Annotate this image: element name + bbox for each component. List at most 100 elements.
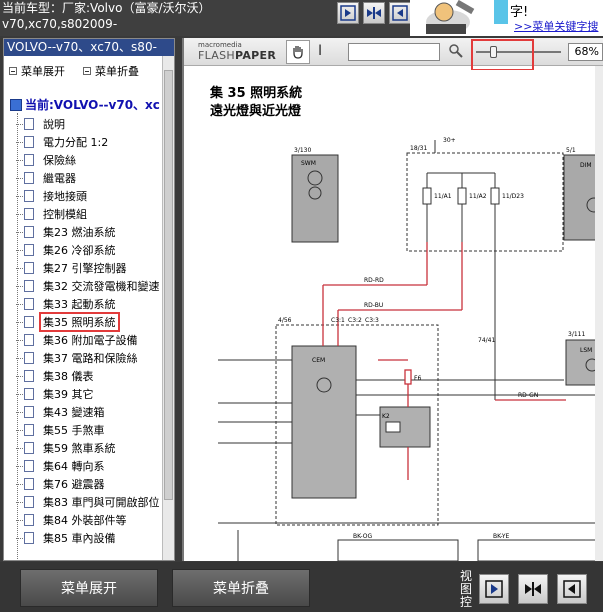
diagram-label-dim-ref: 5/1 [566, 147, 576, 154]
text-select-tool[interactable]: I [318, 43, 322, 59]
arrow-right-icon [485, 580, 503, 598]
tree-item[interactable]: 集36 附加電子設備 [16, 331, 138, 349]
diagram-label-fuse1: 11/A1 [434, 193, 452, 200]
ad-banner[interactable]: 字! >>菜单关键字搜 [410, 0, 603, 36]
split-arrows-icon [367, 7, 381, 19]
tree-item[interactable]: 集55 手煞車 [16, 421, 105, 439]
next-panel-button[interactable] [337, 2, 359, 24]
document-viewer: macromedia FLASHPAPER I 68% 30+ 3/130 SW… [182, 38, 603, 561]
diagram-label-fuse-f: F6 [414, 375, 421, 382]
mascot-icon [418, 0, 488, 36]
tree-root[interactable]: 当前:VOLVO--v70、xc [10, 96, 160, 113]
bottom-next-button[interactable] [479, 574, 509, 604]
tree-item[interactable]: 接地接頭 [16, 187, 87, 205]
search-input[interactable] [348, 43, 440, 61]
page-icon [16, 190, 34, 202]
split-panel-button[interactable] [363, 2, 385, 24]
page-icon [16, 118, 34, 130]
tree-item[interactable]: 集64 轉向系 [16, 457, 105, 475]
diagram-label-sw-name: SWM [301, 160, 316, 167]
tree-item[interactable]: 集43 變速箱 [16, 403, 105, 421]
keyword-search-link[interactable]: >>菜单关键字搜 [514, 18, 598, 34]
expand-menu-button[interactable]: 菜单展开 [20, 569, 158, 607]
page-icon [16, 388, 34, 400]
tree-item[interactable]: 說明 [16, 115, 65, 133]
tree-item[interactable]: 集59 煞車系統 [16, 439, 116, 457]
bottom-prev-button[interactable] [557, 574, 587, 604]
tree-item-label: 說明 [43, 118, 65, 131]
diagram-label-fuse3: 11/D23 [502, 193, 524, 200]
tree-item[interactable]: 電力分配 1:2 [16, 133, 109, 151]
expand-menu-button-label: 菜单展开 [61, 581, 117, 597]
flashpaper-logo-a: FLASH [198, 49, 235, 62]
sidebar: VOLVO--v70、xc70、s80- 菜单展开 菜单折叠 当前:VOLVO-… [3, 38, 175, 561]
diagram-label-relay: K2 [382, 413, 390, 420]
tree-item[interactable]: 集84 外裝部件等 [16, 511, 127, 529]
tree-item-label: 控制模組 [43, 208, 87, 221]
tree-item[interactable]: 集38 儀表 [16, 367, 94, 385]
tree-item[interactable]: 集39 其它 [16, 385, 94, 403]
page-icon [16, 532, 34, 544]
diagram-label-cem-name: CEM [312, 357, 325, 364]
tree-item[interactable]: 集85 車內設備 [16, 529, 116, 547]
search-icon[interactable] [448, 43, 464, 59]
tree-item[interactable]: 集26 冷卻系統 [16, 241, 116, 259]
diagram-label-dim-name: DIM [580, 162, 592, 169]
tree-item-label: 集38 儀表 [43, 370, 94, 383]
collapse-menu-button[interactable]: 菜单折叠 [172, 569, 310, 607]
tree-item-label: 集84 外裝部件等 [43, 514, 127, 527]
diagram-label-fuse-box: 18/31 [410, 145, 427, 152]
flashpaper-logo: FLASHPAPER [198, 49, 276, 62]
diagram-label-sw-ref: 3/130 [294, 147, 311, 154]
page-icon [16, 478, 34, 490]
tree-item[interactable]: 繼電器 [16, 169, 76, 187]
tree-item-label: 集27 引擎控制器 [43, 262, 127, 275]
tree-item-label: 電力分配 1:2 [43, 136, 109, 149]
document-title: 集 35 照明系統 [210, 86, 303, 101]
diagram-label-wire1: RD-RD [364, 277, 384, 284]
tree-item[interactable]: 集27 引擎控制器 [16, 259, 127, 277]
tree-item[interactable]: 集33 起動系統 [16, 295, 116, 313]
hand-icon [293, 46, 303, 59]
diagram-label-cem-ref: 4/56 [278, 317, 292, 324]
tree-item[interactable]: 保險絲 [16, 151, 76, 169]
expand-menu-link[interactable]: 菜单展开 [9, 63, 65, 79]
diagram-label-light-name: LSM [580, 347, 592, 354]
car-title: 当前车型：厂家:Volvo（富豪/沃尔沃） [2, 1, 211, 15]
split-arrows-icon [525, 582, 541, 596]
collapse-menu-button-label: 菜单折叠 [213, 581, 269, 597]
document-subtitle: 遠光燈與近光燈 [210, 104, 302, 119]
ad-accent-bar [494, 0, 508, 24]
tree-item-label: 繼電器 [43, 172, 76, 185]
document-page: 30+ 3/130 SWM 18/31 11/A1 11/A2 11/D23 5… [188, 70, 603, 561]
diagram-label-con3: C3:3 [365, 317, 379, 324]
page-icon [16, 424, 34, 436]
tree-item[interactable]: 集83 車門與可開啟部位 [16, 493, 160, 511]
tree-item-label: 集36 附加電子設備 [43, 334, 138, 347]
page-icon [16, 514, 34, 526]
page-icon [16, 370, 34, 382]
tree-item[interactable]: 集37 電路和保險絲 [16, 349, 138, 367]
viewer-scrollbar[interactable] [595, 66, 603, 561]
sidebar-scroll-thumb[interactable] [164, 70, 173, 500]
tree-item-label: 集83 車門與可開啟部位 [43, 496, 160, 509]
zoom-value[interactable]: 68% [568, 43, 603, 61]
prev-panel-button[interactable] [389, 2, 411, 24]
tree-item[interactable]: 集76 避震器 [16, 475, 105, 493]
page-icon [16, 208, 34, 220]
tree-item-label: 集32 交流發電機和變速 [43, 280, 160, 293]
page-icon [16, 244, 34, 256]
page-icon [16, 316, 34, 328]
tree-item[interactable]: 集32 交流發電機和變速 [16, 277, 160, 295]
sidebar-scrollbar[interactable] [162, 56, 174, 560]
tree-item[interactable]: 集23 燃油系統 [16, 223, 116, 241]
arrow-right-icon [340, 5, 356, 21]
page-icon [16, 280, 34, 292]
tree-item[interactable]: 控制模組 [16, 205, 87, 223]
tree-item[interactable]: 集35 照明系統 [16, 312, 120, 332]
page-icon [16, 298, 34, 310]
diagram-label-wire3: RD-GN [518, 392, 538, 399]
bottom-split-button[interactable] [518, 574, 548, 604]
collapse-menu-link[interactable]: 菜单折叠 [83, 63, 139, 79]
hand-tool-button[interactable] [286, 40, 310, 64]
